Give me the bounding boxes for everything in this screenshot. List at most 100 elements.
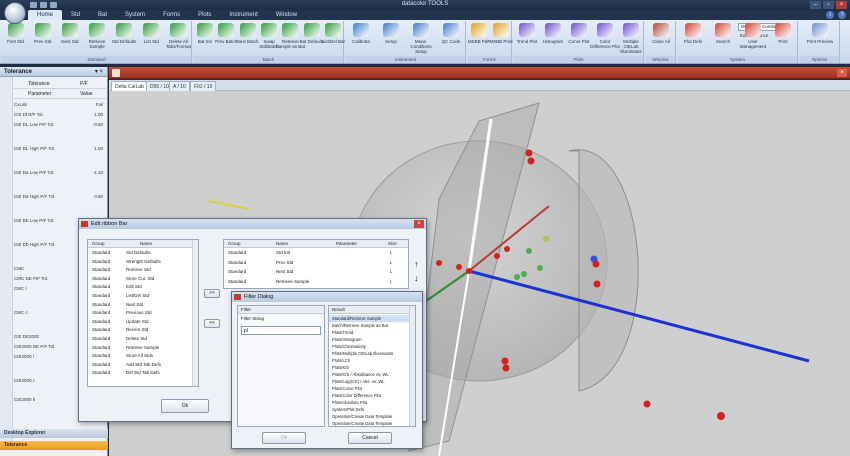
ribbon-button-meas-conditions-setup[interactable]: Meas. Conditions Setup: [409, 23, 433, 55]
list-item[interactable]: Standard Add Std Tab Defs: [88, 361, 198, 370]
sample-point[interactable]: [514, 274, 520, 280]
sample-point[interactable]: [527, 157, 535, 165]
menu-tab-forms[interactable]: Forms: [154, 10, 189, 20]
list-item[interactable]: Standard List/Del Std: [88, 292, 198, 301]
tolerance-value[interactable]: Fail: [96, 102, 103, 107]
sample-point[interactable]: [543, 236, 549, 242]
sample-point[interactable]: [593, 280, 601, 288]
menu-tab-window[interactable]: Window: [267, 10, 306, 20]
ribbon-button-prev-std[interactable]: Prev Std: [31, 23, 55, 55]
sample-point[interactable]: [643, 400, 651, 408]
result-item[interactable]: Plots/LCh: [329, 357, 415, 364]
ribbon-button-color-difference-plot[interactable]: Color Difference Plot: [590, 23, 620, 55]
ribbon-button-trend-plot[interactable]: Trend Plot: [515, 23, 539, 55]
ribbon-button-qc-code[interactable]: QC Code: [439, 23, 463, 55]
panel-pin-icon[interactable]: ▾ ×: [95, 67, 103, 77]
list-item[interactable]: Standard Strength Defaults: [88, 258, 198, 267]
sample-point[interactable]: [592, 260, 600, 268]
result-item[interactable]: Plots/Histogram: [329, 336, 415, 343]
tab-delta-cielab[interactable]: Delta CieLab: [111, 81, 148, 91]
filter-cancel-button[interactable]: Cancel: [348, 432, 392, 444]
tolerance-row[interactable]: CIE DL Low P/F Tol. -0.50: [14, 122, 106, 127]
available-commands-list[interactable]: Group Name Standard Std Defaults Standard S…: [87, 239, 199, 387]
close-button[interactable]: ×: [836, 1, 847, 9]
tolerance-value[interactable]: 1.00: [94, 146, 103, 151]
maximize-button[interactable]: ▫: [823, 1, 834, 9]
list-item[interactable]: Standard Retrieve Sample: [88, 344, 198, 353]
result-item[interactable]: Plots/Chromaticity: [329, 343, 415, 350]
result-item[interactable]: Batch/Retrieve Sample as Bat: [329, 322, 415, 329]
result-item[interactable]: Plots/Log(K/S) / Abs. vs. WL: [329, 378, 415, 385]
edit-ribbon-dialog-close-button[interactable]: ×: [414, 220, 424, 228]
document-close-button[interactable]: ×: [837, 69, 847, 77]
filter-result-list[interactable]: Result Standard/Retrieve Sample Batch/Ret…: [328, 305, 416, 427]
list-item[interactable]: Standard Prev Std L: [224, 259, 408, 268]
result-item[interactable]: Operation/Create Data Template: [329, 413, 415, 420]
sample-point[interactable]: [504, 246, 510, 252]
ribbon-button-std-defaults[interactable]: Std Defaults: [112, 23, 136, 55]
tolerance-row[interactable]: CIE DL High P/F Tol. 1.00: [14, 146, 106, 151]
menu-tab-plots[interactable]: Plots: [189, 10, 220, 20]
tab-tolerance[interactable]: Tolerance: [0, 441, 108, 450]
minimize-button[interactable]: –: [810, 1, 821, 9]
filter-ok-button[interactable]: Ok: [262, 432, 306, 444]
result-item[interactable]: Plots/Absolute Plot: [329, 399, 415, 406]
result-item[interactable]: Plots/K/S / Absorbance vs. WL: [329, 371, 415, 378]
menu-tab-home[interactable]: Home: [28, 10, 63, 20]
tolerance-value[interactable]: -1.10: [93, 170, 103, 175]
tolerance-row[interactable]: CIE Da High P/F Tol. 0.90: [14, 194, 106, 199]
list-item[interactable]: Standard Store All Stds: [88, 352, 198, 361]
sample-point[interactable]: [494, 253, 500, 259]
result-item[interactable]: Plots/Curve Plot: [329, 385, 415, 392]
ribbon-button-close-all[interactable]: Close All: [649, 23, 673, 55]
list-item[interactable]: Standard Next Std: [88, 301, 198, 310]
result-item[interactable]: Standard/Retrieve Sample: [329, 315, 415, 322]
tolerance-value[interactable]: 0.90: [94, 194, 103, 199]
sample-point[interactable]: [502, 364, 510, 372]
ribbon-button-first-std[interactable]: First Std: [4, 23, 28, 55]
ribbon-button-histogram[interactable]: Histogram: [541, 23, 565, 55]
sample-point[interactable]: [456, 264, 462, 270]
list-item[interactable]: Standard Update Std: [88, 318, 198, 327]
help-icon[interactable]: ?: [838, 11, 846, 19]
list-item[interactable]: Standard Retrieve Sample L: [224, 278, 408, 287]
tolerance-value[interactable]: 1.00: [94, 112, 103, 117]
list-item[interactable]: Standard Previous Std: [88, 309, 198, 318]
menu-tab-instrument[interactable]: Instrument: [220, 10, 266, 20]
menu-tab-system[interactable]: System: [116, 10, 154, 20]
tolerance-row[interactable]: CIE Da Low P/F Tol. -1.10: [14, 170, 106, 175]
move-down-icon[interactable]: ↓: [414, 273, 419, 283]
ribbon-button-list-del-bat[interactable]: List/Del Bat: [321, 23, 345, 55]
info-icon[interactable]: i: [826, 11, 834, 19]
sample-point[interactable]: [717, 412, 725, 420]
ribbon-button-next-std[interactable]: Next Std: [58, 23, 82, 55]
edit-ribbon-ok-button[interactable]: Ok: [161, 399, 209, 413]
application-menu-button[interactable]: [4, 2, 26, 24]
result-item[interactable]: Plots/Multiple CIELab Illuminants: [329, 350, 415, 357]
move-up-icon[interactable]: ↑: [414, 259, 419, 269]
ribbon-button-search[interactable]: Search: [711, 23, 735, 55]
sample-point[interactable]: [501, 357, 509, 365]
list-item[interactable]: Standard Retrieve Std: [88, 266, 198, 275]
ribbon-commands-list[interactable]: Group Name Parameter Size Standard Std In…: [223, 239, 409, 289]
sample-point[interactable]: [521, 271, 527, 277]
sample-point[interactable]: [436, 260, 442, 266]
tolerance-row[interactable]: CIE Dl R/F Tol. 1.00: [14, 112, 106, 117]
ribbon-button-retrieve-sample[interactable]: Retrieve Sample: [85, 23, 109, 55]
ribbon-button-curve-plot[interactable]: Curve Plot: [567, 23, 591, 55]
ribbon-button-calibrate[interactable]: Calibrate: [349, 23, 373, 55]
remove-from-ribbon-button[interactable]: <<: [204, 319, 220, 328]
result-item[interactable]: Operation/Create Data Template: [329, 420, 415, 426]
sample-point[interactable]: [537, 265, 543, 271]
list-item[interactable]: Standard Next Std L: [224, 268, 408, 277]
tab-desktop-explorer[interactable]: Desktop Explorer: [0, 429, 108, 438]
menu-tab-bat[interactable]: Bat: [89, 10, 116, 20]
list-item[interactable]: Standard Recent Std: [88, 326, 198, 335]
ribbon-button-user-management[interactable]: User Management: [740, 23, 766, 55]
tab-f02-10[interactable]: F02 / 10: [190, 81, 217, 91]
tab-a-10[interactable]: A / 10: [169, 81, 190, 91]
ribbon-button-delete-all-tabs-format[interactable]: Delete All Tabs/Format: [166, 23, 191, 55]
sample-point[interactable]: [525, 149, 533, 157]
list-item[interactable]: Standard Edit Std: [88, 283, 198, 292]
ribbon-button-setup[interactable]: Setup: [379, 23, 403, 55]
